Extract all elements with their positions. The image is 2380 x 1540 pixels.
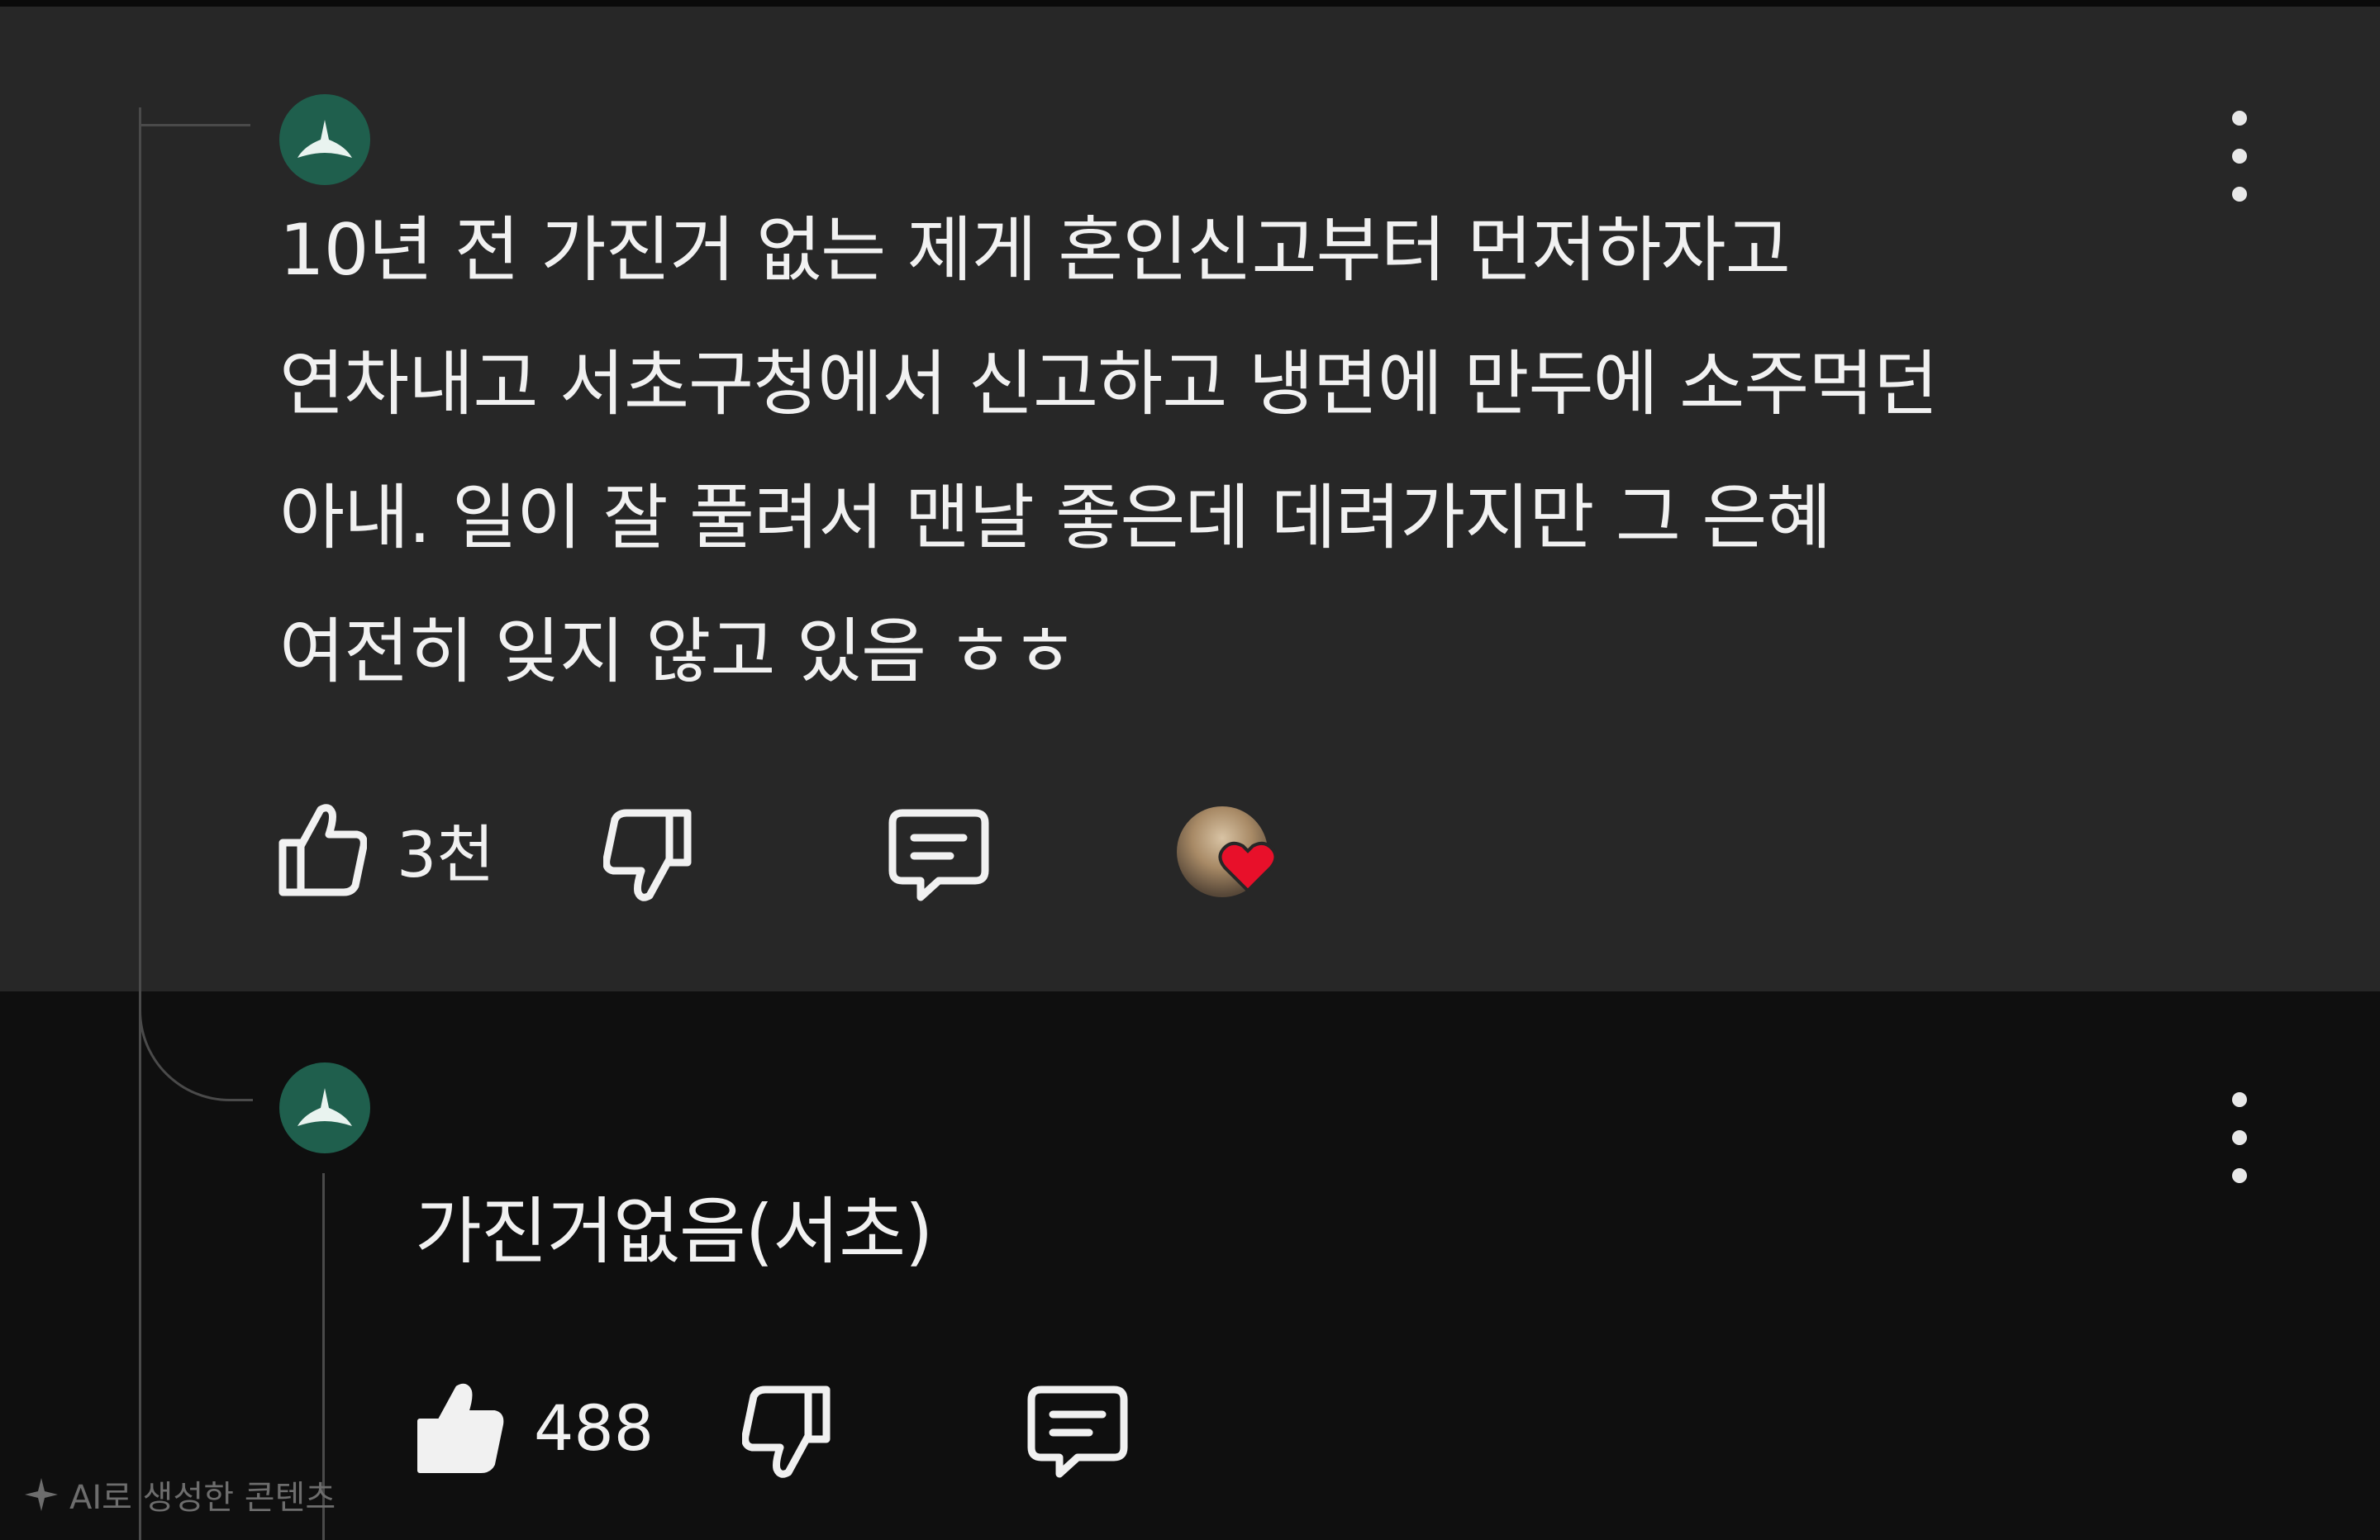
more-vert-icon-dot: [2232, 149, 2247, 164]
reply-button[interactable]: [1026, 1385, 1129, 1479]
heart-icon: [1218, 841, 1278, 893]
top-border: [0, 0, 2380, 7]
like-button[interactable]: 488: [415, 1380, 654, 1476]
default-avatar-icon: [298, 120, 352, 158]
watermark-text: AI로 생성한 콘텐츠: [69, 1479, 336, 1517]
comment-icon: [1027, 1386, 1128, 1478]
dislike-button[interactable]: [603, 808, 693, 904]
more-options-button[interactable]: [2215, 1092, 2264, 1183]
more-vert-icon: [2232, 111, 2247, 126]
like-count: 488: [534, 1390, 654, 1465]
avatar[interactable]: [279, 1062, 370, 1153]
thumb-down-icon: [742, 1386, 831, 1478]
thumb-down-icon: [603, 809, 692, 901]
thread-connector-1: [139, 124, 250, 126]
default-avatar-icon: [298, 1088, 352, 1126]
avatar[interactable]: [279, 94, 370, 185]
reply-button[interactable]: [888, 808, 990, 902]
more-vert-icon-dot: [2232, 187, 2247, 202]
like-button[interactable]: 3천: [278, 801, 494, 897]
comment-icon: [888, 809, 989, 901]
more-vert-icon-dot: [2232, 1130, 2247, 1145]
thread-line-main: [139, 107, 141, 1540]
thumb-up-icon: [417, 1383, 504, 1473]
comment-text: 10년 전 가진거 없는 제게 혼인신고부터 먼저하자고 연차내고 서초구청에서…: [279, 209, 1939, 693]
more-vert-icon: [2232, 1092, 2247, 1107]
like-count: 3천: [397, 818, 495, 891]
creator-heart-badge[interactable]: [1177, 806, 1278, 905]
thumb-up-icon: [278, 804, 367, 896]
sparkle-icon: [25, 1478, 58, 1511]
more-vert-icon-dot: [2232, 1168, 2247, 1183]
more-options-button[interactable]: [2215, 111, 2264, 202]
reply-text: 가진거없음(서초): [415, 1189, 933, 1274]
thread-connector-2: [139, 975, 253, 1101]
comment-thread-screen: 10년 전 가진거 없는 제게 혼인신고부터 먼저하자고 연차내고 서초구청에서…: [0, 0, 2380, 1540]
dislike-button[interactable]: [742, 1385, 831, 1481]
ai-generated-watermark: AI로 생성한 콘텐츠: [23, 1471, 336, 1519]
